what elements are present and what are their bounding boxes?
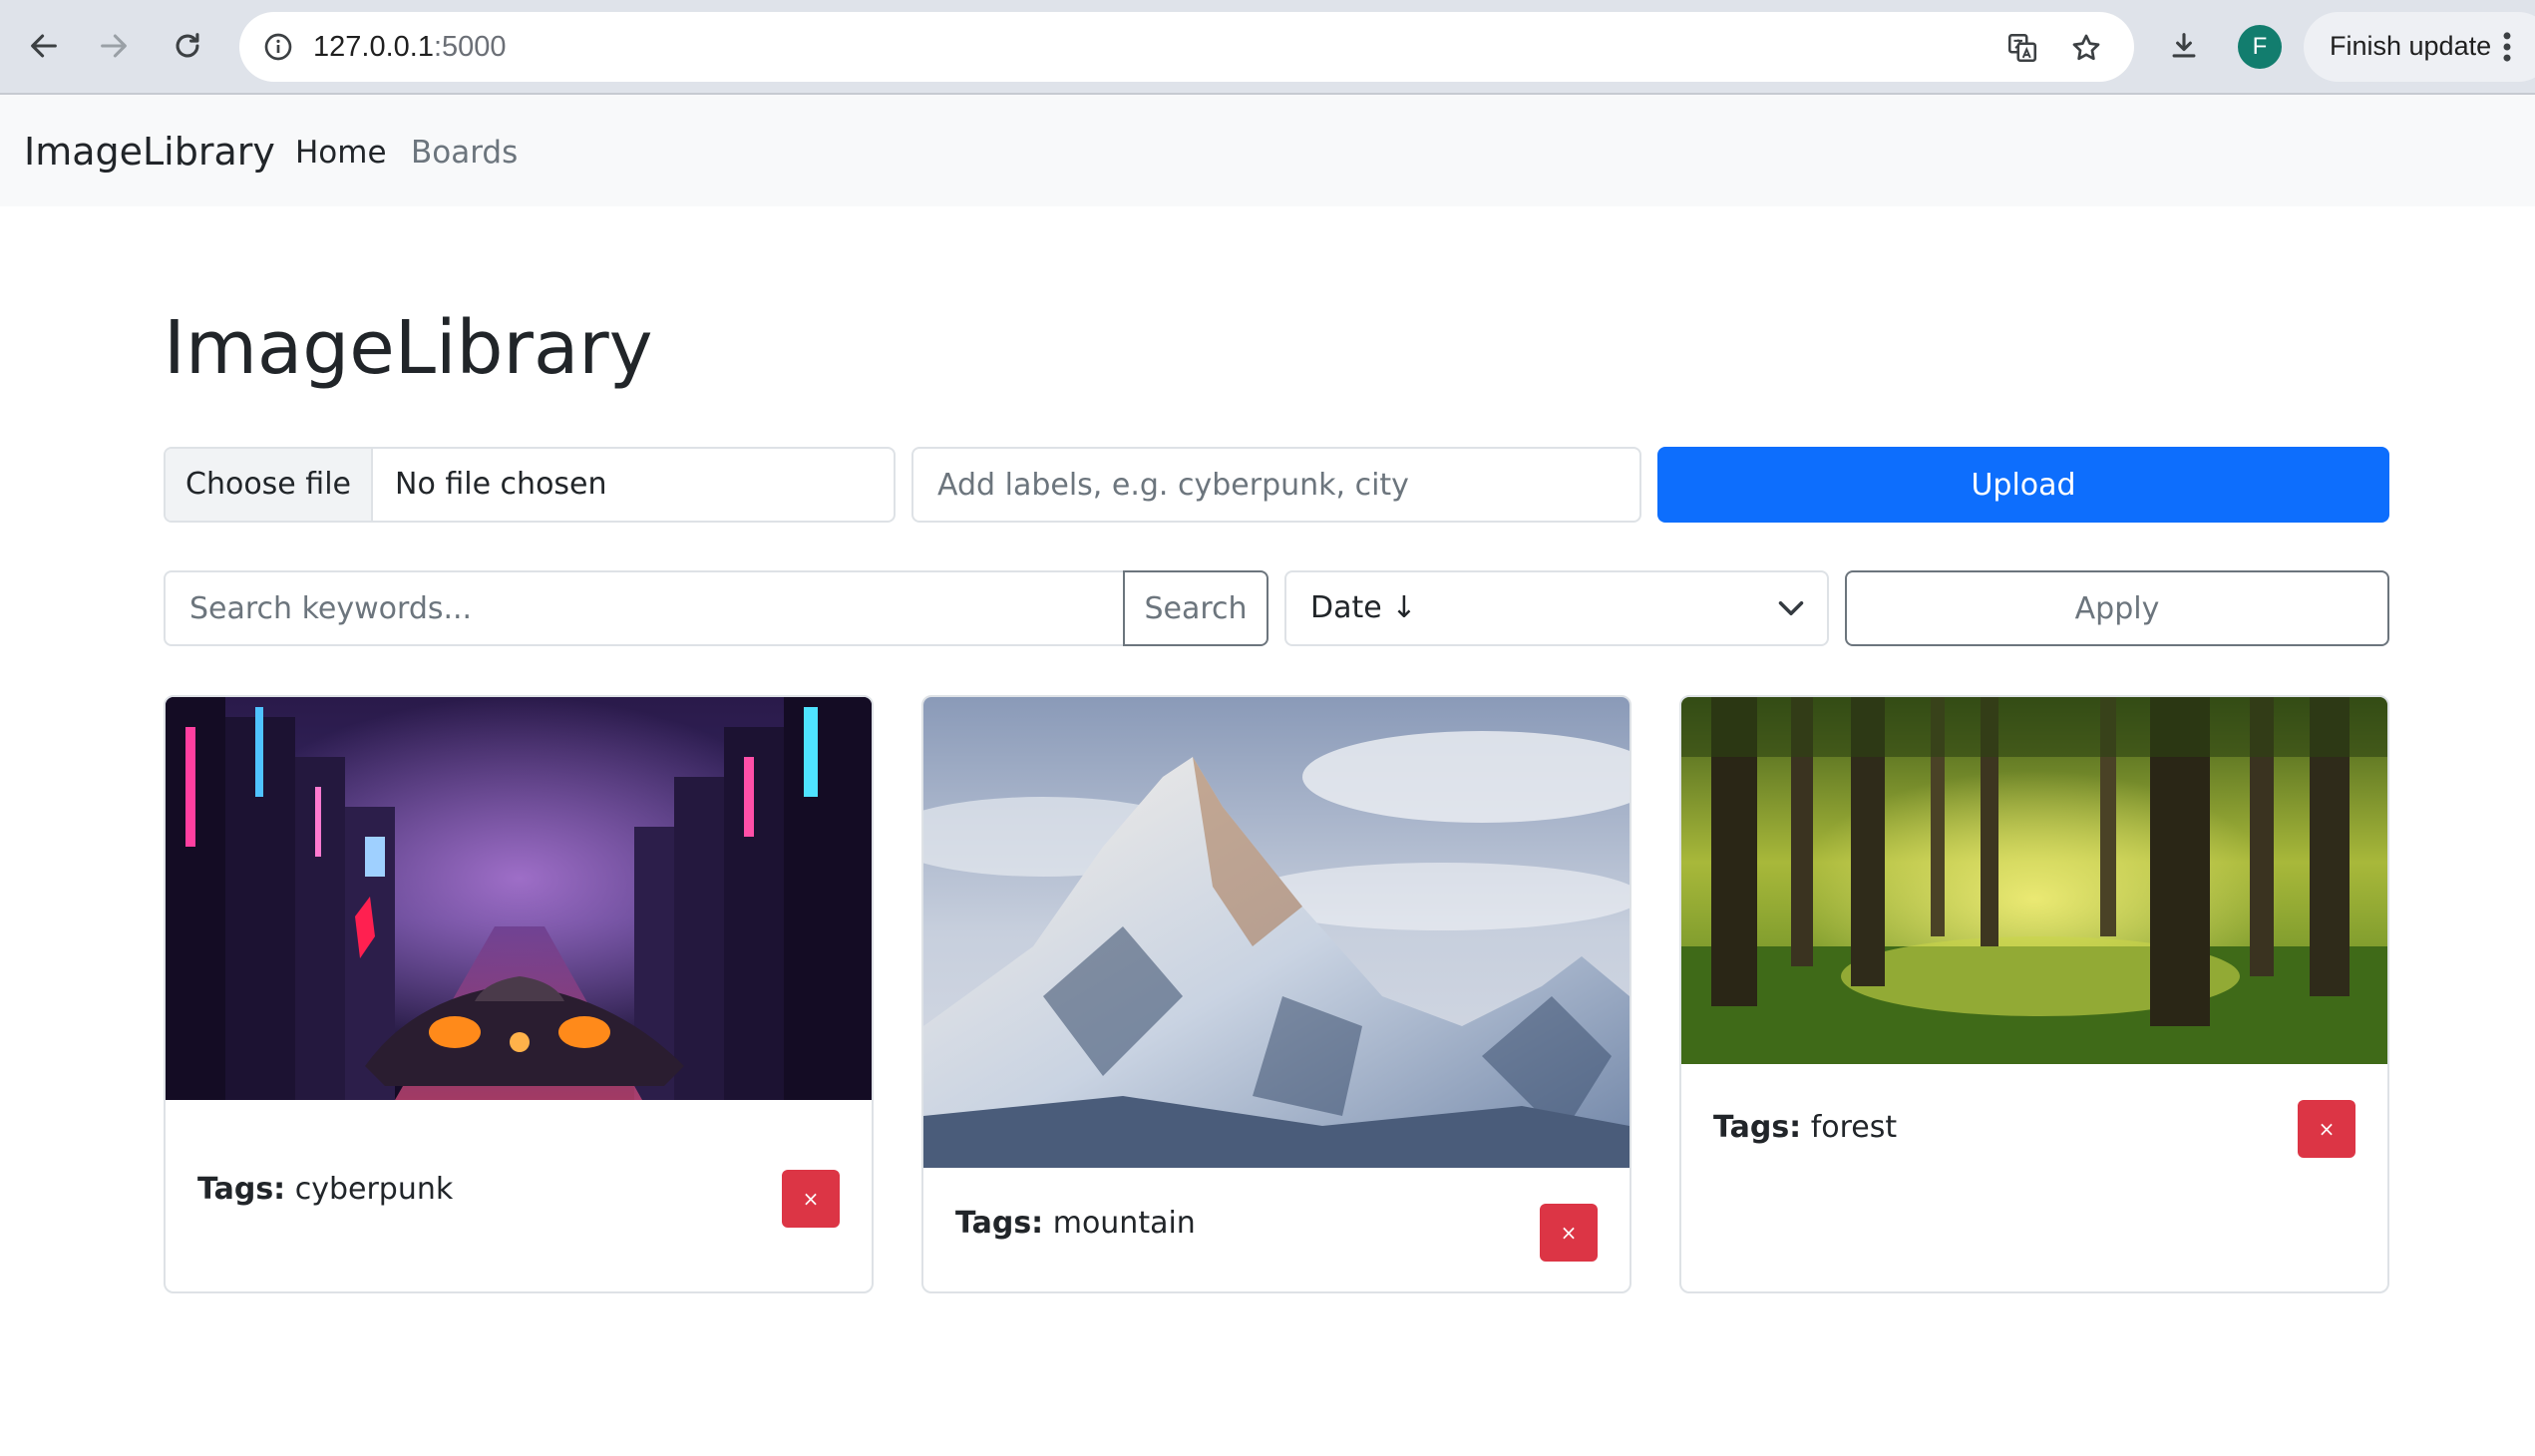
- search-input[interactable]: [164, 570, 1125, 646]
- sort-selected-value: Date ↓: [1310, 590, 1417, 625]
- image-card: Tags: mountain ×: [921, 695, 1631, 1293]
- apply-button[interactable]: Apply: [1845, 570, 2389, 646]
- profile-avatar[interactable]: F: [2238, 25, 2282, 69]
- file-input[interactable]: Choose file No file chosen: [164, 447, 896, 523]
- back-arrow-icon: [31, 34, 57, 58]
- image-card: Tags: forest ×: [1679, 695, 2389, 1293]
- app-navbar: ImageLibrary Home Boards: [0, 95, 2535, 206]
- back-button[interactable]: [20, 22, 68, 70]
- sort-select[interactable]: Date ↓: [1284, 570, 1829, 646]
- star-icon: [2072, 34, 2100, 61]
- url-text[interactable]: 127.0.0.1:5000: [313, 30, 507, 64]
- tags-value: mountain: [1052, 1206, 1196, 1241]
- choose-file-button[interactable]: Choose file: [166, 449, 373, 521]
- labels-input[interactable]: [911, 447, 1641, 523]
- url-host: 127.0.0.1: [313, 31, 434, 63]
- info-icon: [264, 33, 292, 61]
- tags-value: forest: [1810, 1110, 1898, 1145]
- upload-button[interactable]: Upload: [1657, 447, 2389, 523]
- browser-toolbar: 127.0.0.1:5000 F Finish update: [0, 0, 2535, 95]
- forward-button[interactable]: [90, 22, 138, 70]
- card-tags: Tags: cyberpunk: [197, 1170, 453, 1210]
- nav-link-home[interactable]: Home: [295, 133, 387, 173]
- chevron-down-icon: [1778, 601, 1804, 615]
- more-vert-icon: [2503, 32, 2511, 62]
- forest-image[interactable]: [1681, 697, 2387, 1064]
- reload-icon: [176, 33, 199, 58]
- reload-button[interactable]: [164, 22, 211, 70]
- cyberpunk-city-image[interactable]: [166, 697, 872, 1100]
- mountain-image[interactable]: [923, 697, 1630, 1168]
- image-card: Tags: cyberpunk ×: [164, 695, 874, 1293]
- nav-link-boards[interactable]: Boards: [411, 133, 518, 173]
- delete-image-button[interactable]: ×: [2298, 1100, 2355, 1158]
- tags-value: cyberpunk: [294, 1172, 454, 1207]
- page-title: ImageLibrary: [164, 305, 653, 391]
- address-bar[interactable]: 127.0.0.1:5000: [239, 12, 2134, 82]
- search-button[interactable]: Search: [1123, 570, 1268, 646]
- forward-arrow-icon: [101, 34, 127, 58]
- card-tags: Tags: mountain: [955, 1204, 1196, 1244]
- tags-label: Tags:: [955, 1206, 1044, 1241]
- bookmark-star-button[interactable]: [2066, 28, 2106, 68]
- delete-image-button[interactable]: ×: [782, 1170, 840, 1228]
- navbar-brand[interactable]: ImageLibrary: [24, 129, 275, 175]
- download-icon: [2172, 33, 2196, 58]
- delete-image-button[interactable]: ×: [1540, 1204, 1598, 1262]
- finish-update-label: Finish update: [2330, 31, 2492, 61]
- card-tags: Tags: forest: [1713, 1108, 1897, 1148]
- finish-update-button[interactable]: Finish update: [2304, 12, 2535, 82]
- url-port: :5000: [433, 31, 507, 63]
- file-status-text: No file chosen: [395, 467, 607, 502]
- tags-label: Tags:: [1713, 1110, 1802, 1145]
- site-info-button[interactable]: [257, 26, 299, 68]
- translate-button[interactable]: [2002, 28, 2042, 68]
- tags-label: Tags:: [197, 1172, 286, 1207]
- downloads-button[interactable]: [2160, 22, 2208, 70]
- translate-icon: [2007, 33, 2037, 63]
- profile-initial: F: [2252, 33, 2268, 60]
